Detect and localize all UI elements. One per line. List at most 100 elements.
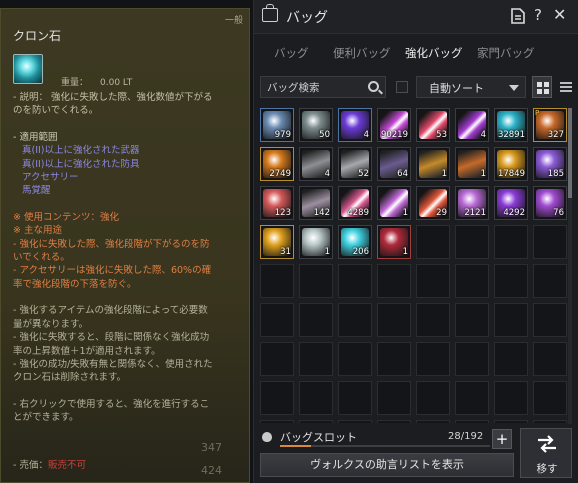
inventory-scrollbar[interactable] xyxy=(568,108,572,424)
tab-convenience-bag[interactable]: 便利バッグ xyxy=(333,45,391,61)
tab-bag[interactable]: バッグ xyxy=(274,45,309,61)
inventory-slot[interactable]: 1 xyxy=(416,147,450,181)
empty-slot[interactable] xyxy=(455,381,489,415)
inventory-slot[interactable]: 32891 xyxy=(494,108,528,142)
empty-slot[interactable] xyxy=(377,303,411,337)
empty-slot[interactable] xyxy=(416,381,450,415)
inventory-slot[interactable]: 76 xyxy=(533,186,567,220)
empty-slot[interactable] xyxy=(416,303,450,337)
empty-slot[interactable] xyxy=(533,420,567,423)
tab-enhancement-bag[interactable]: 強化バッグ xyxy=(405,45,463,61)
inventory-slot[interactable]: 2749 xyxy=(260,147,294,181)
rclick-line: とができます。 xyxy=(13,412,79,424)
empty-slot[interactable] xyxy=(416,420,450,423)
inventory-slot[interactable]: P 327 xyxy=(533,108,567,142)
inventory-slot[interactable]: 4292 xyxy=(494,186,528,220)
empty-slot[interactable] xyxy=(338,303,372,337)
empty-slot[interactable] xyxy=(299,420,333,423)
inventory-slot[interactable]: 185 xyxy=(533,147,567,181)
empty-slot[interactable] xyxy=(533,225,567,259)
inventory-slot[interactable]: 53 xyxy=(416,108,450,142)
empty-slot[interactable] xyxy=(494,303,528,337)
empty-slot[interactable] xyxy=(338,381,372,415)
empty-slot[interactable] xyxy=(533,342,567,376)
inventory-slot[interactable]: 123 xyxy=(260,186,294,220)
item-quantity: 76 xyxy=(553,208,564,218)
empty-slot[interactable] xyxy=(494,225,528,259)
vorx-advice-button[interactable]: ヴォルクスの助言リストを表示 xyxy=(260,453,514,477)
close-icon[interactable]: ✕ xyxy=(553,5,566,24)
empty-slot[interactable] xyxy=(416,264,450,298)
inventory-slot[interactable]: 52 xyxy=(338,147,372,181)
bag-titlebar[interactable]: バッグ ? ✕ xyxy=(254,0,578,34)
empty-slot[interactable] xyxy=(494,264,528,298)
empty-slot[interactable] xyxy=(455,420,489,423)
empty-slot[interactable] xyxy=(455,264,489,298)
empty-slot[interactable] xyxy=(338,342,372,376)
empty-slot[interactable] xyxy=(455,342,489,376)
empty-slot[interactable] xyxy=(533,381,567,415)
empty-slot[interactable] xyxy=(377,381,411,415)
empty-slot[interactable] xyxy=(299,264,333,298)
empty-slot[interactable] xyxy=(260,264,294,298)
item-quantity: 53 xyxy=(436,130,447,140)
bag-title: バッグ xyxy=(286,10,328,26)
inventory-slot[interactable]: 4 xyxy=(338,108,372,142)
inventory-slot[interactable]: 90219 xyxy=(377,108,411,142)
list-view-icon[interactable] xyxy=(556,76,576,98)
inventory-slot[interactable]: 29 xyxy=(416,186,450,220)
empty-slot[interactable] xyxy=(377,264,411,298)
empty-slot[interactable] xyxy=(260,420,294,423)
scroll-thumb[interactable] xyxy=(568,108,572,198)
inventory-slot[interactable]: 142 xyxy=(299,186,333,220)
add-slot-button[interactable]: + xyxy=(492,429,512,449)
bag-toolbar: 自動ソート xyxy=(260,76,575,98)
inventory-slot[interactable]: 1 xyxy=(377,225,411,259)
inventory-slot[interactable]: 4 xyxy=(455,108,489,142)
empty-slot[interactable] xyxy=(494,420,528,423)
inventory-slot[interactable]: 50 xyxy=(299,108,333,142)
empty-slot[interactable] xyxy=(533,264,567,298)
grid-view-icon[interactable] xyxy=(532,76,552,98)
tab-family-bag[interactable]: 家門バッグ xyxy=(477,45,535,61)
inventory-slot[interactable]: 31 xyxy=(260,225,294,259)
inventory-slot[interactable]: 64 xyxy=(377,147,411,181)
empty-slot[interactable] xyxy=(455,225,489,259)
empty-slot[interactable] xyxy=(260,381,294,415)
item-badge: P xyxy=(535,109,540,117)
inventory-slot[interactable]: 1 xyxy=(455,147,489,181)
empty-slot[interactable] xyxy=(299,342,333,376)
bag-search-input[interactable] xyxy=(267,80,363,95)
inventory-slot[interactable]: 4289 xyxy=(338,186,372,220)
help-icon[interactable]: ? xyxy=(534,6,542,24)
note-line: - 強化するアイテムの強化段階によって必要数 xyxy=(13,305,208,317)
empty-slot[interactable] xyxy=(338,264,372,298)
empty-slot[interactable] xyxy=(494,381,528,415)
empty-slot[interactable] xyxy=(416,342,450,376)
empty-slot[interactable] xyxy=(299,303,333,337)
empty-slot[interactable] xyxy=(260,342,294,376)
move-button[interactable]: 移す xyxy=(520,428,572,478)
sort-checkbox[interactable] xyxy=(396,81,408,93)
bag-info-icon[interactable] xyxy=(510,7,526,28)
search-icon[interactable] xyxy=(368,81,379,92)
inventory-slot[interactable]: 1 xyxy=(299,225,333,259)
inventory-slot[interactable]: 206 xyxy=(338,225,372,259)
inventory-slot[interactable]: 2121 xyxy=(455,186,489,220)
empty-slot[interactable] xyxy=(299,381,333,415)
inventory-slot[interactable]: 17849 xyxy=(494,147,528,181)
inventory-slot[interactable]: 4 xyxy=(299,147,333,181)
empty-slot[interactable] xyxy=(377,420,411,423)
empty-slot[interactable] xyxy=(533,303,567,337)
empty-slot[interactable] xyxy=(260,303,294,337)
empty-slot[interactable] xyxy=(416,225,450,259)
empty-slot[interactable] xyxy=(377,342,411,376)
empty-slot[interactable] xyxy=(338,420,372,423)
sort-dropdown[interactable]: 自動ソート xyxy=(416,76,526,98)
empty-slot[interactable] xyxy=(455,303,489,337)
inventory-slot[interactable]: 979 xyxy=(260,108,294,142)
content-line: ※ 使用コンテンツ：強化 xyxy=(13,211,119,223)
item-grade: 一般 xyxy=(224,16,243,26)
empty-slot[interactable] xyxy=(494,342,528,376)
inventory-slot[interactable]: 1 xyxy=(377,186,411,220)
